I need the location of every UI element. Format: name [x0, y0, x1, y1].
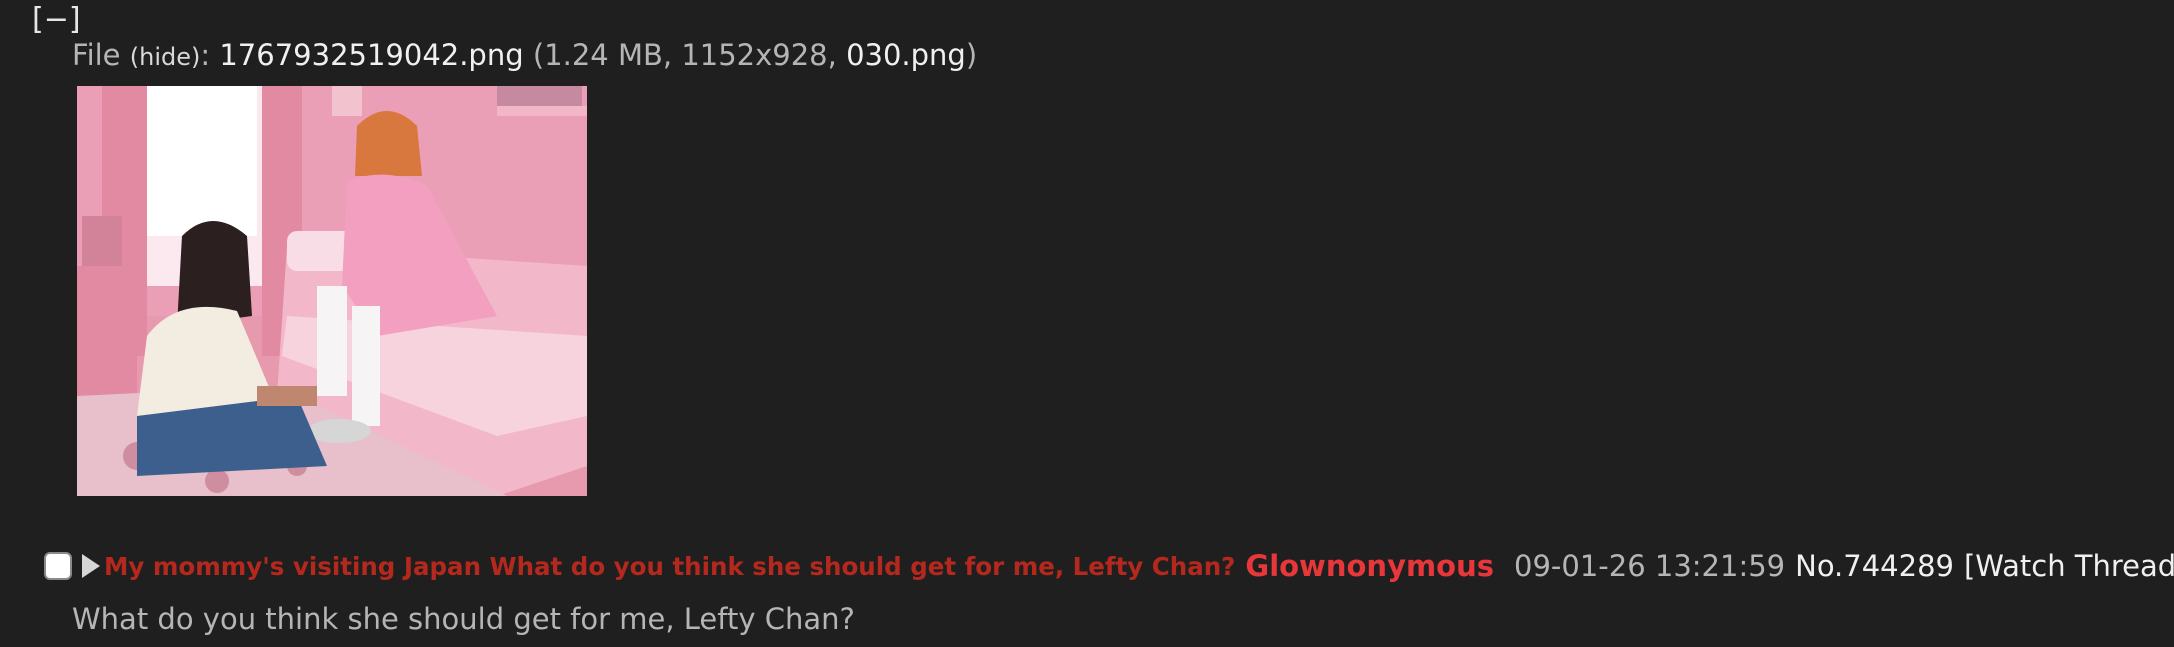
post-number-link[interactable]: No.744289	[1795, 549, 1954, 583]
post-image-thumbnail[interactable]	[77, 86, 587, 496]
hide-file-link[interactable]: (hide)	[130, 43, 201, 71]
post-select-checkbox[interactable]	[44, 552, 72, 580]
file-prefix: File	[72, 38, 130, 72]
file-name-link[interactable]: 1767932519042.png	[219, 38, 523, 72]
file-meta-close: )	[965, 38, 978, 72]
poster-name: Glownonymous	[1245, 549, 1495, 583]
file-colon: :	[200, 38, 220, 72]
expand-arrow-icon[interactable]	[82, 554, 100, 578]
file-meta: (1.24 MB, 1152x928,	[523, 38, 847, 72]
original-filename: 030.png	[846, 38, 966, 72]
post-info-bar: My mommy's visiting Japan What do you th…	[44, 548, 2174, 584]
post-datetime: 09-01-26 13:21:59	[1514, 549, 1786, 583]
post-subject: My mommy's visiting Japan What do you th…	[104, 551, 1236, 581]
watch-thread-link[interactable]: [Watch Thread]	[1964, 549, 2174, 583]
thumbnail-image	[77, 86, 587, 496]
post-message: What do you think she should get for me,…	[72, 602, 855, 636]
collapse-toggle[interactable]: [−]	[32, 2, 81, 38]
file-info: File (hide): 1767932519042.png (1.24 MB,…	[72, 36, 977, 76]
thread-post: [−] File (hide): 1767932519042.png (1.24…	[0, 0, 2174, 647]
